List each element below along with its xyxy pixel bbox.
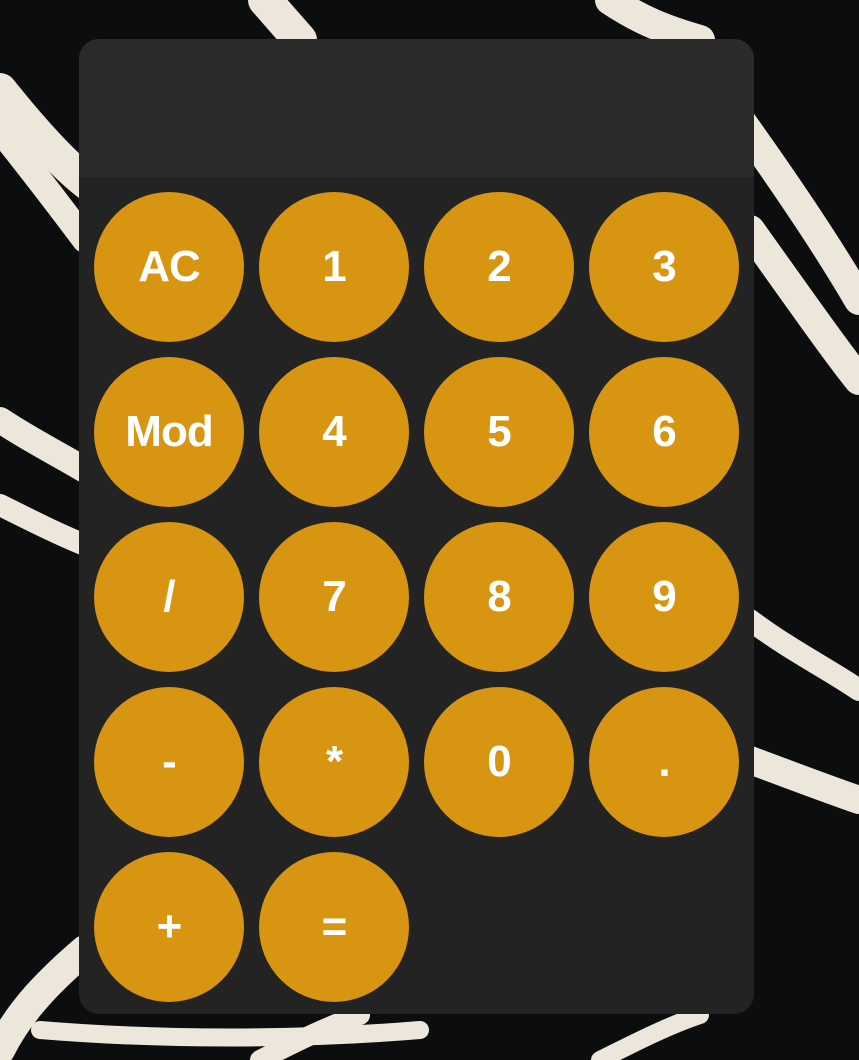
key-0[interactable]: 0 <box>424 687 574 837</box>
key-clear[interactable]: AC <box>94 192 244 342</box>
key-9[interactable]: 9 <box>589 522 739 672</box>
key-divide[interactable]: / <box>94 522 244 672</box>
keypad: AC 1 2 3 Mod 4 5 6 / 7 8 9 - * 0 . + = <box>94 192 739 1002</box>
key-equals[interactable]: = <box>259 852 409 1002</box>
key-6[interactable]: 6 <box>589 357 739 507</box>
key-3[interactable]: 3 <box>589 192 739 342</box>
key-subtract[interactable]: - <box>94 687 244 837</box>
key-8[interactable]: 8 <box>424 522 574 672</box>
key-decimal[interactable]: . <box>589 687 739 837</box>
key-add[interactable]: + <box>94 852 244 1002</box>
key-1[interactable]: 1 <box>259 192 409 342</box>
key-5[interactable]: 5 <box>424 357 574 507</box>
key-4[interactable]: 4 <box>259 357 409 507</box>
key-7[interactable]: 7 <box>259 522 409 672</box>
calculator-display <box>79 39 754 177</box>
key-multiply[interactable]: * <box>259 687 409 837</box>
calculator: AC 1 2 3 Mod 4 5 6 / 7 8 9 - * 0 . + = <box>79 39 754 1014</box>
key-2[interactable]: 2 <box>424 192 574 342</box>
key-mod[interactable]: Mod <box>94 357 244 507</box>
